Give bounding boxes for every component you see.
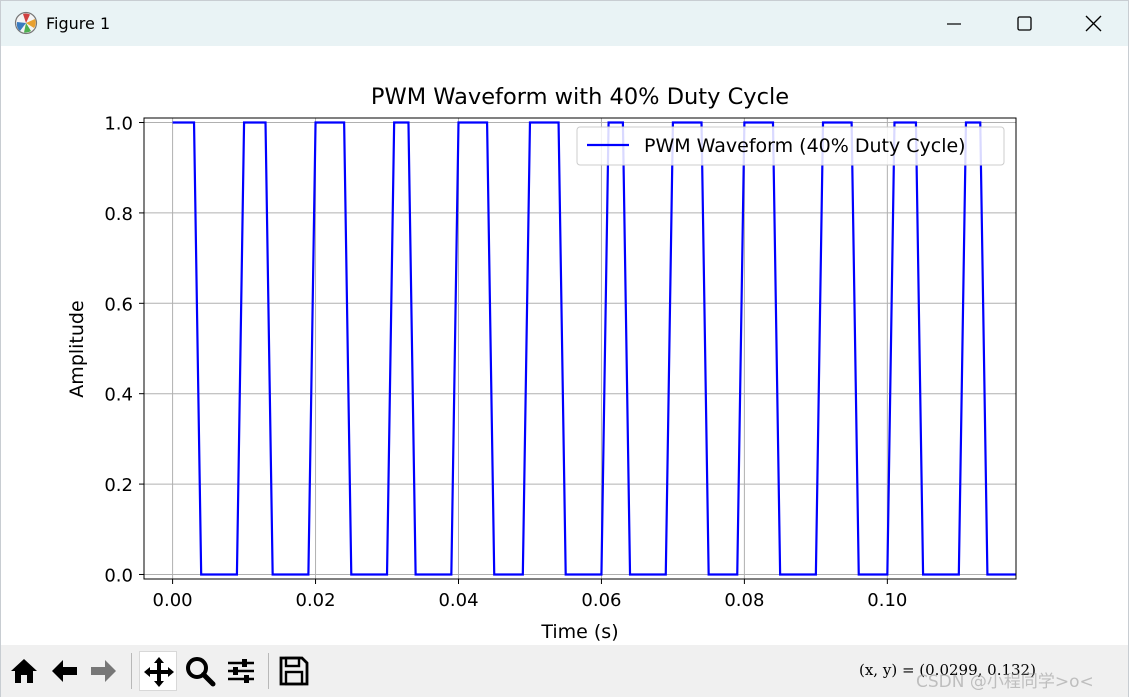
back-arrow-icon bbox=[52, 660, 77, 682]
x-axis-label: Time (s) bbox=[540, 621, 618, 643]
forward-button[interactable] bbox=[85, 651, 123, 691]
y-tick-label: 0.6 bbox=[104, 294, 133, 315]
back-button[interactable] bbox=[45, 651, 83, 691]
y-tick-label: 0.2 bbox=[104, 475, 133, 496]
grid-layer bbox=[144, 118, 1016, 579]
navigation-toolbar: (x, y) = (0.0299, 0.132) CSDN @小程同学>o< bbox=[1, 645, 1128, 697]
zoom-button[interactable] bbox=[181, 651, 219, 691]
legend: PWM Waveform (40% Duty Cycle) bbox=[576, 126, 1005, 166]
y-tick-label: 0.8 bbox=[104, 204, 133, 225]
home-icon bbox=[11, 659, 37, 683]
home-button[interactable] bbox=[5, 651, 43, 691]
axes-frame[interactable] bbox=[143, 117, 1017, 580]
configure-sliders-icon bbox=[228, 659, 254, 683]
x-tick-label: 0.02 bbox=[296, 590, 336, 611]
title-bar[interactable]: Figure 1 bbox=[1, 1, 1128, 46]
save-floppy-icon bbox=[279, 656, 309, 686]
minimize-icon bbox=[947, 23, 961, 25]
zoom-magnifier-icon bbox=[186, 657, 216, 687]
chart-title: PWM Waveform with 40% Duty Cycle bbox=[371, 84, 789, 110]
x-tick-label: 0.04 bbox=[438, 590, 478, 611]
series-layer bbox=[172, 121, 1016, 576]
y-tick-label: 0.0 bbox=[104, 565, 133, 586]
toolbar-separator bbox=[268, 653, 269, 689]
configure-subplots-button[interactable] bbox=[222, 651, 260, 691]
figure-window: Figure 1 PWM Waveform with 40% Duty Cycl… bbox=[0, 0, 1129, 697]
close-icon bbox=[1085, 15, 1102, 32]
close-button[interactable] bbox=[1058, 1, 1128, 46]
plot-svg: PWM Waveform with 40% Duty Cycle 0.00 0.0… bbox=[66, 84, 1017, 643]
matplotlib-app-icon bbox=[14, 11, 38, 35]
maximize-icon bbox=[1017, 16, 1032, 31]
y-tick-label: 1.0 bbox=[104, 114, 133, 135]
figure-canvas[interactable]: PWM Waveform with 40% Duty Cycle 0.00 0.0… bbox=[1, 46, 1128, 645]
tick-layer: 0.00 0.02 0.04 0.06 0.08 0.10 0.0 0.2 0.4 0.6 0.8 1… bbox=[104, 114, 907, 611]
window-title: Figure 1 bbox=[46, 14, 111, 33]
toolbar-separator bbox=[131, 653, 132, 689]
x-tick-label: 0.10 bbox=[867, 590, 907, 611]
watermark-text: CSDN @小程同学>o< bbox=[916, 672, 1094, 692]
save-button[interactable] bbox=[275, 651, 313, 691]
maximize-button[interactable] bbox=[989, 1, 1059, 46]
pan-button[interactable] bbox=[139, 651, 177, 691]
forward-arrow-icon bbox=[91, 660, 116, 682]
pan-move-icon bbox=[144, 657, 174, 687]
x-tick-label: 0.00 bbox=[153, 590, 193, 611]
pwm-series-line bbox=[172, 121, 1016, 576]
y-tick-label: 0.4 bbox=[104, 385, 133, 406]
y-axis-label: Amplitude bbox=[66, 300, 88, 397]
minimize-button[interactable] bbox=[919, 1, 989, 46]
x-tick-label: 0.06 bbox=[581, 590, 621, 611]
x-tick-label: 0.08 bbox=[724, 590, 764, 611]
legend-label: PWM Waveform (40% Duty Cycle) bbox=[644, 135, 966, 157]
